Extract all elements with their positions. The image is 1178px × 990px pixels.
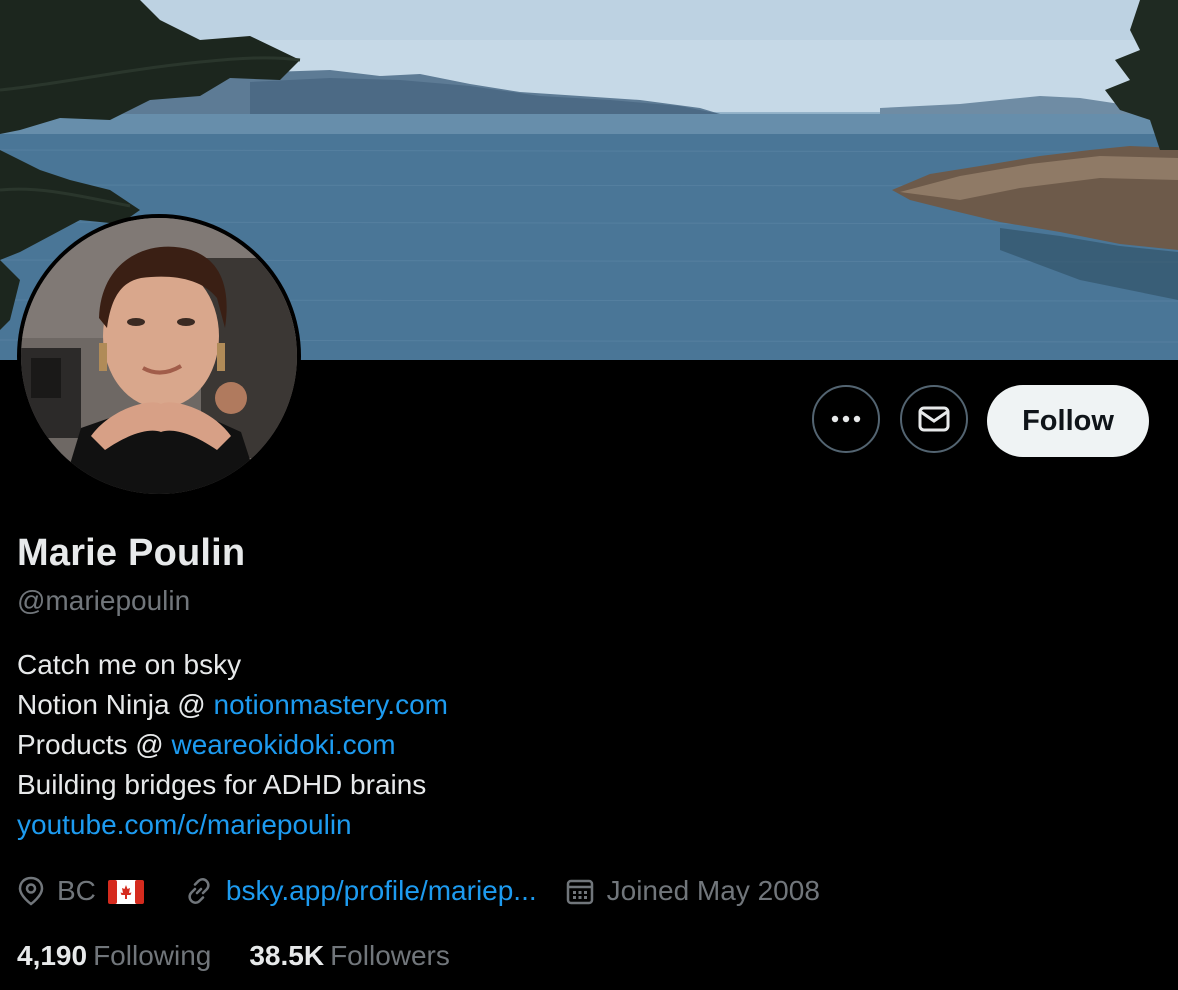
bio-line: Notion Ninja @ notionmastery.com xyxy=(17,685,448,725)
bio-text: Products @ xyxy=(17,729,172,760)
bio-line: Building bridges for ADHD brains xyxy=(17,769,427,800)
display-name: Marie Poulin xyxy=(17,532,246,574)
bio-text: Notion Ninja @ xyxy=(17,689,214,720)
location-pin-icon xyxy=(18,876,44,906)
bio-line: Catch me on bsky xyxy=(17,649,242,680)
profile-website[interactable]: bsky.app/profile/mariep... xyxy=(184,875,537,907)
more-button[interactable] xyxy=(812,385,880,453)
website-link[interactable]: bsky.app/profile/mariep... xyxy=(226,875,537,907)
profile-joined: Joined May 2008 xyxy=(565,875,820,907)
follow-button-label: Follow xyxy=(1022,404,1114,437)
message-button[interactable] xyxy=(900,385,968,453)
bio-link-notionmastery[interactable]: notionmastery.com xyxy=(214,689,448,720)
bio-link-youtube[interactable]: youtube.com/c/mariepoulin xyxy=(17,805,448,845)
bio-link-weareokidoki[interactable]: weareokidoki.com xyxy=(171,729,395,760)
following-label: Following xyxy=(93,940,212,971)
joined-text: Joined May 2008 xyxy=(606,875,820,906)
bio-line: Products @ weareokidoki.com xyxy=(17,725,448,765)
profile-location: BC xyxy=(17,875,156,907)
calendar-icon xyxy=(566,879,593,905)
profile-avatar[interactable] xyxy=(17,214,301,498)
profile-meta: BC bsky.app/profile/mariep... Joined May… xyxy=(17,868,848,914)
profile-handle: @mariepoulin xyxy=(17,585,191,616)
profile-bio: Catch me on bsky Notion Ninja @ notionma… xyxy=(17,645,448,845)
avatar-photo xyxy=(21,218,297,494)
followers-stat[interactable]: 38.5K Followers xyxy=(249,940,450,972)
canada-flag-icon xyxy=(107,880,144,904)
follow-button[interactable]: Follow xyxy=(987,385,1149,457)
location-text: BC xyxy=(57,875,96,906)
envelope-icon xyxy=(918,406,950,432)
following-stat[interactable]: 4,190 Following xyxy=(17,940,211,972)
followers-label: Followers xyxy=(330,940,450,971)
followers-count: 38.5K xyxy=(249,940,325,971)
following-count: 4,190 xyxy=(17,940,88,971)
link-icon xyxy=(188,878,210,904)
profile-stats: 4,190 Following 38.5K Followers xyxy=(17,940,488,972)
ellipsis-icon xyxy=(831,415,861,423)
